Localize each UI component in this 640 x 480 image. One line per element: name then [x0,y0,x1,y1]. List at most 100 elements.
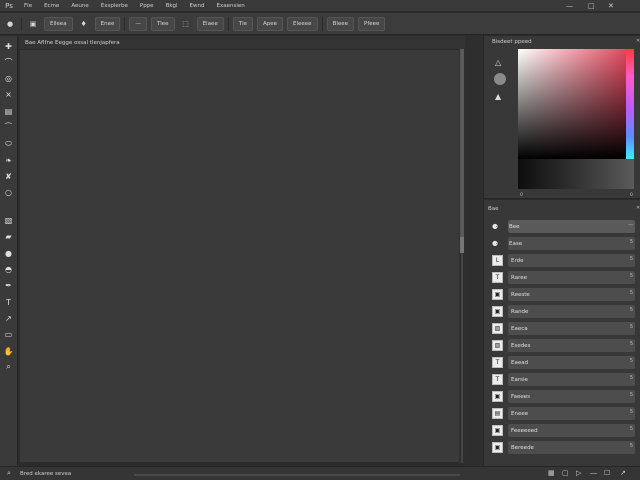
layer-thumbnail-icon[interactable]: ▧ [492,323,503,334]
layer-options-icon[interactable]: 5 [630,256,633,262]
layer-thumbnail-icon[interactable]: ⚈ [484,223,506,231]
eraser-tool-icon[interactable]: ▧ [2,214,16,228]
gamut-warning-icon[interactable]: ▲ [495,92,501,101]
layer-thumbnail-icon[interactable]: T [492,357,503,368]
layer-options-icon[interactable]: 5 [630,290,633,296]
menu-extensions[interactable]: Exaensien [211,0,251,12]
layer-row[interactable]: T Earsie 5 [484,371,640,388]
layer-row[interactable]: L Erde 5 [484,252,640,269]
pen-tool-icon[interactable]: ✒ [2,279,16,293]
layer-thumbnail-icon[interactable]: T [492,374,503,385]
layer-thumbnail-icon[interactable]: ▣ [492,289,503,300]
menu-image[interactable]: Aeune [65,0,94,12]
layer-thumbnail-icon[interactable]: T [492,272,503,283]
color-picker-field[interactable] [518,49,634,159]
layer-row[interactable]: ▧ Esedes 5 [484,337,640,354]
layer-row[interactable]: T Raree 5 [484,269,640,286]
layer-options-icon[interactable]: 5 [630,273,633,279]
warning-icon[interactable]: △ [495,58,501,67]
layer-row[interactable]: T Eaead 5 [484,354,640,371]
options-button-1[interactable]: Elleea [44,16,73,31]
history-brush-tool-icon[interactable]: ○ [2,186,16,200]
layer-options-icon[interactable]: 5 [630,239,633,245]
frame-tool-icon[interactable]: ▤ [2,104,16,118]
layer-thumbnail-icon[interactable]: L [492,255,503,266]
grid-icon[interactable]: ▦ [548,469,555,477]
layer-thumbnail-icon[interactable]: ▣ [492,391,503,402]
options-button-5[interactable]: Elaee [196,16,224,31]
close-icon[interactable]: ✕ [608,2,614,10]
lasso-tool-icon[interactable]: ⌒ [2,55,16,69]
canvas-horizontal-scrollbar[interactable] [134,474,460,476]
layer-options-icon[interactable]: 5 [630,409,633,415]
layer-options-icon[interactable]: 5 [630,426,633,432]
healing-tool-icon[interactable]: ⬭ [2,137,16,151]
options-button-8[interactable]: Eleeee [287,16,318,31]
quick-select-tool-icon[interactable]: ◎ [2,72,16,86]
dodge-tool-icon[interactable]: ◓ [2,263,16,277]
layer-row[interactable]: ▧ Eaeca 5 [484,320,640,337]
scrollbar-thumb[interactable] [460,49,464,237]
options-button-9[interactable]: Bleee [326,16,355,31]
app-logo-icon[interactable]: Ps [0,0,18,12]
layer-thumbnail-icon[interactable]: ▤ [492,408,503,419]
layer-row[interactable]: ▣ Reeste 5 [484,286,640,303]
eyedropper-tool-icon[interactable]: ⁀ [2,120,16,134]
menu-type[interactable]: Pppe [134,0,160,12]
layer-row[interactable]: ▣ Feeeeeed 5 [484,422,640,439]
layer-options-icon[interactable]: 5 [630,392,633,398]
layer-options-icon[interactable]: 5 [630,375,633,381]
layer-thumbnail-icon[interactable]: ▣ [492,306,503,317]
layer-thumbnail-icon[interactable]: ▣ [492,425,503,436]
layer-options-icon[interactable]: 5 [630,443,633,449]
zoom-tool-icon[interactable]: ⌕ [2,360,16,374]
layer-row-bar[interactable] [508,237,635,250]
layer-thumbnail-icon[interactable]: ▣ [492,442,503,453]
menu-file[interactable]: Fle [18,0,38,12]
line-icon[interactable]: ― [590,469,597,477]
options-button-10[interactable]: Pfeee [358,16,386,31]
layer-row[interactable]: ▣ Bereede 5 [484,439,640,456]
scrollbar-handle[interactable] [460,237,464,253]
options-button-3[interactable]: — [129,16,147,31]
crop-tool-icon[interactable]: ⨯ [2,88,16,102]
options-frame-icon[interactable]: ⬚ [179,17,193,31]
type-tool-icon[interactable]: T [2,295,16,309]
menu-filter[interactable]: Ewnd [184,0,211,12]
play-icon[interactable]: ▷ [576,469,581,477]
square-icon[interactable]: ☐ [604,469,610,477]
expand-icon[interactable]: ↗ [620,469,626,477]
layers-panel-close-icon[interactable]: ✕ [636,205,640,211]
shape-tool-icon[interactable]: ▭ [2,328,16,342]
foreground-color-swatch[interactable] [494,73,506,85]
minimize-icon[interactable]: — [566,2,573,10]
menu-select[interactable]: Bkgl [160,0,184,12]
tool-preset-icon[interactable]: ● [3,17,17,31]
frame-icon[interactable]: ▢ [562,469,569,477]
gradient-tool-icon[interactable]: ▰ [2,230,16,244]
layer-options-icon[interactable]: 5 [630,341,633,347]
layer-thumbnail-icon[interactable]: ▧ [492,340,503,351]
menu-layer[interactable]: Exsplerbe [95,0,134,12]
zoom-icon[interactable]: ⌕ [0,469,18,478]
move-tool-icon[interactable]: ✚ [2,39,16,53]
layer-thumbnail-icon[interactable]: ⚈ [484,240,506,248]
document-tab[interactable]: Bae Aflfne Eegge ossal tlenjapfera [19,36,465,49]
options-button-2[interactable]: Enee [94,16,121,31]
options-diamond-icon[interactable]: ♦ [77,17,91,31]
layer-row[interactable]: ⚈ Ease 5 [484,235,640,252]
hand-tool-icon[interactable]: ✋ [2,344,16,358]
layer-row-bar[interactable] [508,254,635,267]
layer-row-bar[interactable] [508,220,635,233]
layer-row[interactable]: ▣ Faeees 5 [484,388,640,405]
layer-options-icon[interactable]: 5 [630,324,633,330]
layer-row[interactable]: ▤ Eneee 5 [484,405,640,422]
grayscale-ramp[interactable] [518,159,634,189]
hue-slider[interactable] [626,49,634,159]
canvas[interactable] [19,49,465,463]
color-panel-close-icon[interactable]: ✕ [636,38,640,44]
layer-row[interactable]: ⚈ Bee — [484,218,640,235]
menu-edit[interactable]: Ecme [38,0,65,12]
blur-tool-icon[interactable]: ● [2,246,16,260]
options-button-4[interactable]: Tlee [150,16,175,31]
